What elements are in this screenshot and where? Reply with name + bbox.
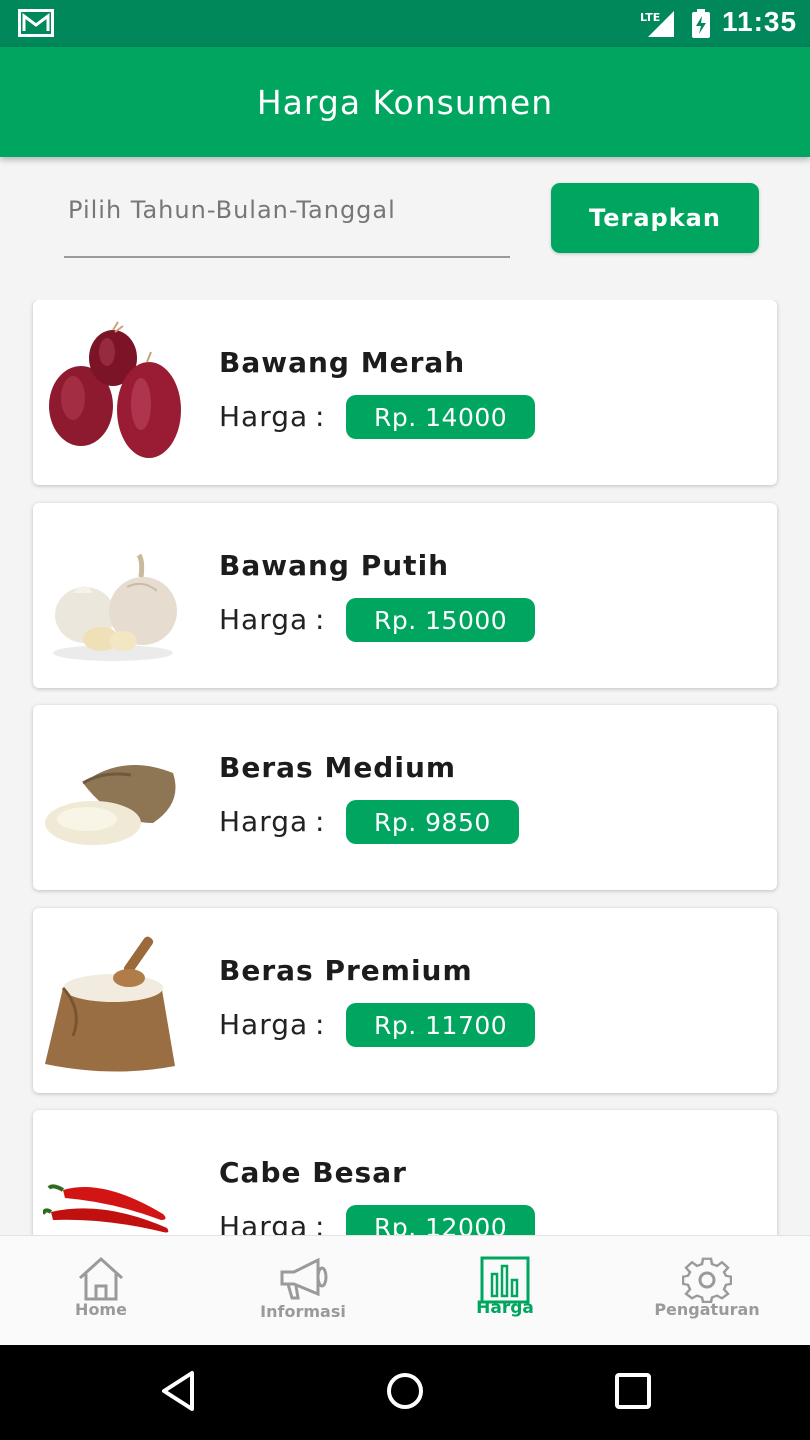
status-time: 11:35 — [722, 6, 798, 37]
rice-sack-image — [45, 765, 176, 845]
garlic-image — [53, 553, 177, 661]
price-separator: : — [315, 1210, 325, 1235]
date-picker-field[interactable]: Pilih Tahun-Bulan-Tanggal — [64, 180, 510, 258]
product-name: Bawang Putih — [219, 549, 450, 582]
product-name: Cabe Besar — [219, 1156, 407, 1189]
apply-button[interactable]: Terapkan — [551, 183, 759, 253]
chili-image — [43, 1184, 169, 1233]
home-circle-icon[interactable] — [385, 1370, 425, 1412]
price-label: Harga — [219, 1210, 309, 1235]
bar-chart-icon — [480, 1256, 530, 1304]
nav-label: Pengaturan — [654, 1300, 760, 1319]
price-separator: : — [315, 400, 325, 433]
product-name: Beras Medium — [219, 751, 457, 784]
price-badge: Rp. 12000 — [346, 1205, 536, 1235]
red-onion-image — [49, 321, 181, 458]
nav-item-pengaturan[interactable]: Pengaturan — [606, 1236, 808, 1346]
mail-icon — [18, 9, 54, 37]
price-badge: Rp. 9850 — [346, 800, 519, 844]
product-card[interactable]: Beras Premium Harga : Rp. 11700 — [33, 908, 777, 1093]
product-card[interactable]: Bawang Merah Harga : Rp. 14000 — [33, 300, 777, 485]
price-label: Harga — [219, 1008, 309, 1041]
nav-label: Harga — [476, 1298, 534, 1318]
megaphone-icon — [280, 1257, 328, 1300]
page-title: Harga Konsumen — [256, 82, 554, 122]
system-nav-bar — [0, 1345, 810, 1440]
network-label: LTE — [640, 11, 660, 24]
nav-label: Home — [75, 1300, 127, 1319]
home-icon — [78, 1256, 124, 1301]
signal-icon: LTE — [640, 11, 674, 37]
price-label: Harga — [219, 400, 309, 433]
price-badge: Rp. 14000 — [346, 395, 536, 439]
nav-item-harga[interactable]: Harga — [404, 1236, 606, 1346]
product-card[interactable]: Beras Medium Harga : Rp. 9850 — [33, 705, 777, 890]
product-list[interactable]: Bawang Merah Harga : Rp. 14000 Bawang Pu… — [0, 300, 810, 1235]
price-badge: Rp. 11700 — [346, 1003, 536, 1047]
app-bar: Harga Konsumen — [0, 47, 810, 157]
product-name: Bawang Merah — [219, 346, 466, 379]
price-separator: : — [315, 603, 325, 636]
product-card[interactable]: Cabe Besar Harga : Rp. 12000 — [33, 1110, 777, 1235]
status-bar: LTE 11:35 — [0, 0, 810, 47]
gear-icon — [682, 1257, 732, 1304]
date-placeholder: Pilih Tahun-Bulan-Tanggal — [68, 196, 396, 224]
price-label: Harga — [219, 805, 309, 838]
nav-label: Informasi — [260, 1302, 346, 1321]
back-icon[interactable] — [160, 1370, 196, 1412]
battery-icon — [692, 9, 710, 38]
price-separator: : — [315, 1008, 325, 1041]
rice-sack-scoop-image — [45, 936, 175, 1072]
nav-item-home[interactable]: Home — [0, 1236, 202, 1346]
product-name: Beras Premium — [219, 954, 473, 987]
price-badge: Rp. 15000 — [346, 598, 536, 642]
nav-item-informasi[interactable]: Informasi — [202, 1236, 404, 1346]
price-label: Harga — [219, 603, 309, 636]
price-separator: : — [315, 805, 325, 838]
product-card[interactable]: Bawang Putih Harga : Rp. 15000 — [33, 503, 777, 688]
recents-icon[interactable] — [614, 1370, 652, 1412]
bottom-nav: Home Informasi Harga Pengaturan — [0, 1235, 810, 1346]
